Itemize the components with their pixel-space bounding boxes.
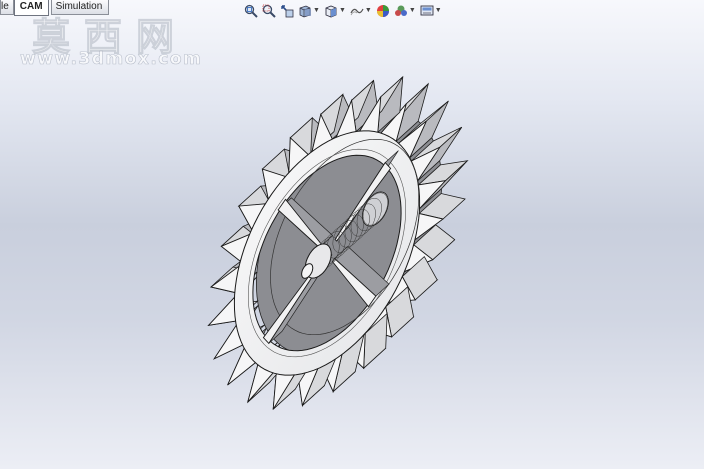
zoom-to-fit-button[interactable]	[244, 4, 258, 18]
edit-appearance-button[interactable]	[376, 4, 390, 18]
graphics-viewport[interactable]	[0, 0, 704, 469]
zoom-to-area-icon	[262, 4, 276, 18]
section-view-icon	[299, 5, 311, 18]
gear-tooth	[207, 296, 237, 326]
heads-up-view-toolbar: ▼ ▼ ▼ ▼ ▼	[244, 3, 446, 19]
view-orientation-button[interactable]: ▼	[324, 4, 346, 18]
view-orientation-icon	[325, 5, 337, 18]
zoom-to-area-button[interactable]	[262, 4, 276, 18]
previous-view-icon	[281, 5, 294, 18]
apply-scene-button[interactable]: ▼	[394, 4, 416, 18]
chevron-down-icon[interactable]: ▼	[409, 4, 416, 18]
view-settings-icon	[420, 5, 434, 16]
chevron-down-icon[interactable]: ▼	[435, 4, 442, 18]
gear-model[interactable]	[0, 0, 704, 469]
view-settings-button[interactable]: ▼	[420, 4, 442, 18]
chevron-down-icon[interactable]: ▼	[313, 4, 320, 18]
tab-file[interactable]: le	[0, 0, 14, 15]
chevron-down-icon[interactable]: ▼	[365, 4, 372, 18]
previous-view-button[interactable]	[280, 4, 294, 18]
apply-scene-icon	[394, 5, 407, 16]
display-style-icon	[350, 8, 364, 16]
zoom-to-fit-icon	[244, 4, 258, 18]
edit-appearance-icon	[376, 5, 389, 17]
chevron-down-icon[interactable]: ▼	[339, 4, 346, 18]
section-view-button[interactable]: ▼	[298, 4, 320, 18]
display-style-button[interactable]: ▼	[350, 4, 372, 18]
watermark-url: www.3dmox.com	[20, 49, 203, 70]
